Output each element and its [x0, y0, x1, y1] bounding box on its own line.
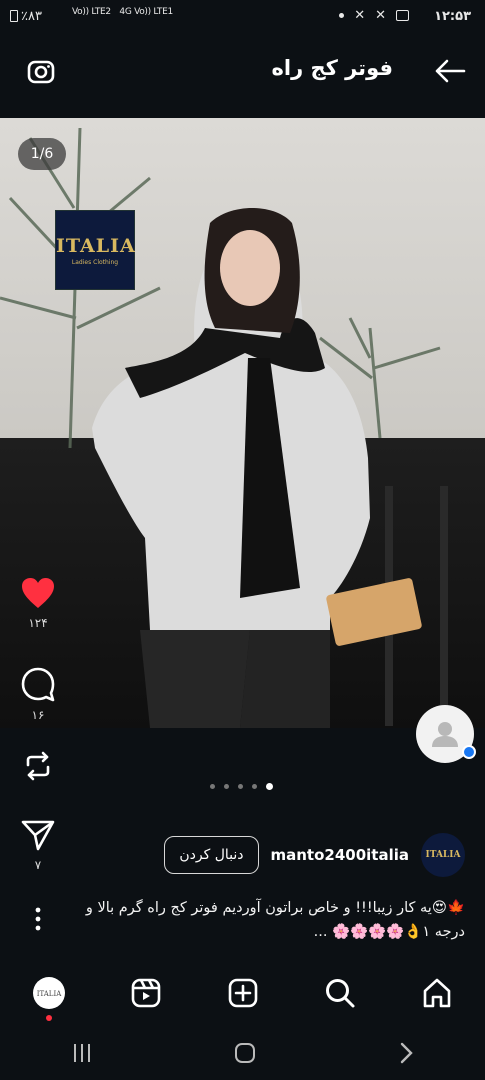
- caption-line-1: 🍁😍یه کار زیبا!!! و خاص براتون آوردیم فوت…: [85, 900, 465, 916]
- more-vertical-icon[interactable]: [33, 906, 43, 932]
- repost-icon[interactable]: [20, 748, 56, 784]
- send-icon[interactable]: [20, 818, 56, 852]
- reels-icon: [131, 978, 160, 1008]
- follow-button[interactable]: دنبال کردن: [164, 836, 259, 874]
- carousel-indicator: [210, 783, 273, 790]
- home-icon: [423, 978, 450, 1008]
- carousel-dot-active: [266, 783, 273, 790]
- repost-action[interactable]: [0, 748, 76, 784]
- carousel-dot: [238, 784, 243, 789]
- watermark-sub: Ladies Clothing: [71, 259, 119, 266]
- carousel-dot: [224, 784, 229, 789]
- post-caption[interactable]: 🍁😍یه کار زیبا!!! و خاص براتون آوردیم فوت…: [52, 896, 465, 944]
- share-action[interactable]: ۷: [0, 818, 76, 872]
- plus-square-icon: [228, 978, 257, 1008]
- comment-action[interactable]: ۱۶: [0, 666, 76, 722]
- status-bar: ٪۸۳ Vo)) LTE2 4G Vo)) LTE1 ✕ ✕ ۱۲:۵۳: [0, 0, 485, 34]
- page-title: فوتر کج راه: [271, 56, 393, 80]
- nav-reels[interactable]: [126, 973, 166, 1013]
- network-indicator: Vo)) LTE2 4G Vo)) LTE1: [72, 8, 173, 17]
- arrow-left-icon[interactable]: [433, 56, 467, 86]
- home-circle-icon[interactable]: [233, 1041, 257, 1065]
- bottom-navigation: ITALIA: [0, 960, 485, 1026]
- post-image[interactable]: 1/6 ITALIA Ladies Clothing: [0, 118, 485, 728]
- svg-text:ITALIA: ITALIA: [36, 990, 62, 998]
- battery-indicator: ٪۸۳: [10, 9, 42, 24]
- like-action[interactable]: ۱۲۴: [0, 576, 76, 630]
- bluetooth-off-icon: ✕: [354, 8, 366, 23]
- chat-badge-icon: [462, 745, 476, 759]
- author-username[interactable]: manto2400italia: [271, 846, 410, 864]
- author-row: دنبال کردن manto2400italia ITALIA: [164, 832, 465, 878]
- nav-create[interactable]: [223, 973, 263, 1013]
- watermark-brand: ITALIA: [56, 235, 136, 257]
- share-count: ۷: [34, 858, 42, 872]
- dot-icon: [339, 13, 345, 18]
- post-header: فوتر کج راه: [0, 34, 485, 108]
- contact-avatar-button[interactable]: [416, 705, 476, 763]
- clock: ۱۲:۵۳: [434, 9, 471, 24]
- camera-icon[interactable]: [24, 54, 58, 88]
- watermark-logo: ITALIA Ladies Clothing: [55, 210, 135, 290]
- caption-line-2: درجه ۱👌🌸🌸🌸🌸 ...: [313, 924, 465, 940]
- battery-percent: ٪۸۳: [21, 9, 42, 24]
- chevron-right-icon[interactable]: [396, 1041, 416, 1065]
- battery-icon: [10, 10, 18, 22]
- comment-count: ۱۶: [31, 708, 45, 722]
- image-counter: 1/6: [18, 138, 66, 170]
- nav-home[interactable]: [417, 973, 457, 1013]
- notification-dot: [45, 1015, 52, 1021]
- nav-profile[interactable]: ITALIA: [29, 973, 69, 1021]
- carousel-dot: [210, 784, 215, 789]
- status-icons: ✕ ✕: [339, 8, 409, 23]
- recent-apps-icon[interactable]: [70, 1042, 94, 1064]
- silent-icon: ✕: [375, 8, 386, 23]
- search-icon: [325, 979, 354, 1008]
- carousel-dot: [252, 784, 257, 789]
- like-count: ۱۲۴: [28, 616, 48, 630]
- nav-search[interactable]: [320, 973, 360, 1013]
- heart-icon[interactable]: [20, 576, 56, 610]
- comment-icon[interactable]: [20, 666, 56, 702]
- network-2-label: 4G Vo)) LTE1: [119, 7, 173, 17]
- profile-avatar-icon: ITALIA: [32, 977, 65, 1009]
- system-navigation: [0, 1026, 485, 1080]
- gallery-icon: [396, 10, 409, 21]
- network-1-label: Vo)) LTE2: [72, 7, 111, 17]
- author-avatar[interactable]: ITALIA: [421, 833, 465, 877]
